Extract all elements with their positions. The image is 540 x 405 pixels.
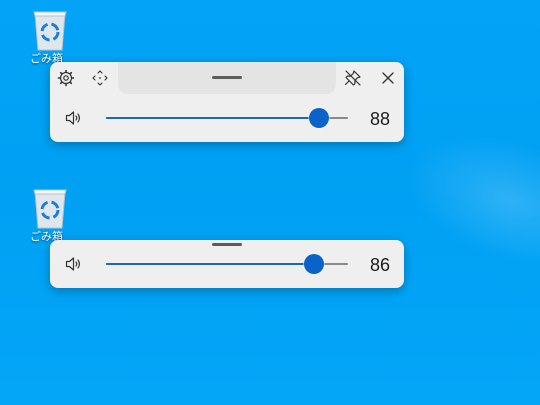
volume-slider[interactable] (106, 254, 348, 274)
recycle-bin-shortcut-top[interactable]: ごみ箱 (30, 8, 70, 65)
unpin-button[interactable] (343, 68, 363, 88)
drag-area[interactable] (118, 62, 336, 94)
speaker-icon[interactable] (64, 254, 84, 274)
move-button[interactable] (90, 68, 110, 88)
settings-button[interactable] (56, 68, 76, 88)
close-icon (382, 72, 394, 84)
move-arrows-icon (92, 70, 108, 86)
recycle-bin-icon (33, 11, 67, 51)
volume-value: 88 (369, 109, 391, 129)
volume-value: 86 (369, 255, 391, 275)
recycle-bin-icon (33, 189, 67, 229)
volume-slider[interactable] (106, 108, 348, 128)
volume-slider-fill (106, 263, 315, 265)
volume-slider-thumb[interactable] (304, 254, 325, 274)
unpin-icon (344, 70, 361, 86)
drag-handle[interactable] (212, 243, 242, 246)
drag-handle[interactable] (212, 76, 242, 79)
desktop: ごみ箱 ごみ箱 88 86 (0, 0, 540, 405)
close-button[interactable] (378, 68, 398, 88)
volume-slider-fill (106, 117, 319, 119)
recycle-bin-shortcut-bottom[interactable]: ごみ箱 (30, 186, 70, 243)
settings-gear-icon (57, 69, 75, 87)
wallpaper-glow (386, 108, 540, 292)
volume-flyout-expanded: 88 (50, 62, 404, 142)
speaker-icon[interactable] (64, 108, 84, 128)
volume-slider-thumb[interactable] (308, 108, 329, 128)
volume-flyout-compact: 86 (50, 240, 404, 288)
